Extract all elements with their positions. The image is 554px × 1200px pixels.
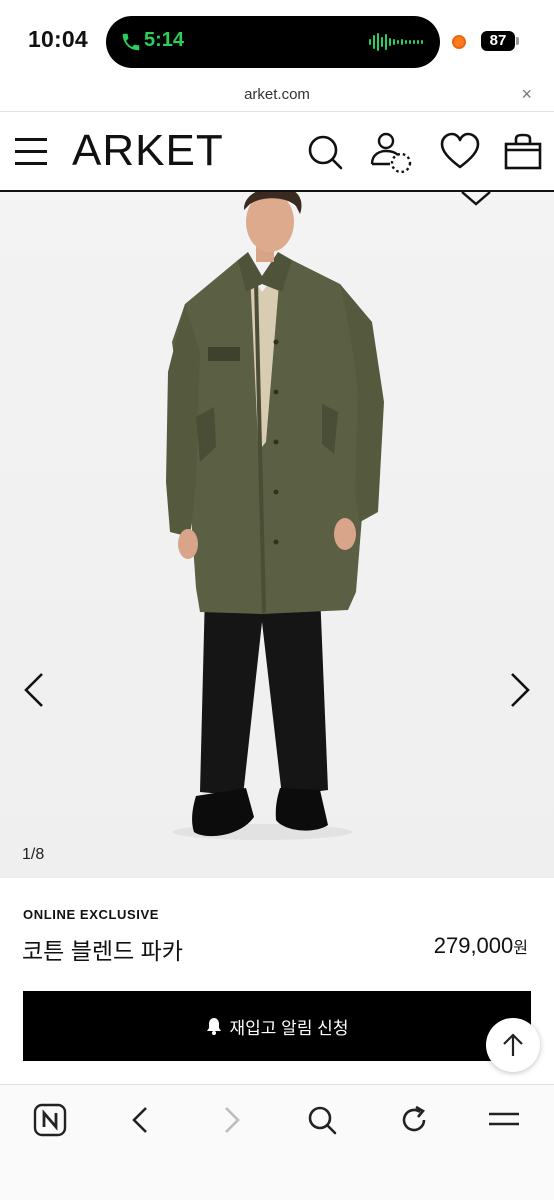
scroll-to-top-button[interactable] — [486, 1018, 540, 1072]
audio-waveform-icon — [369, 33, 423, 51]
close-icon[interactable]: × — [521, 84, 532, 105]
status-bar: 10:04 5:14 87 — [0, 0, 554, 82]
search-icon[interactable] — [305, 132, 345, 172]
restock-notify-button[interactable]: 재입고 알림 신청 — [23, 991, 531, 1061]
model-photo — [0, 192, 554, 878]
battery-indicator: 87 — [481, 31, 515, 51]
browser-toolbar — [0, 1084, 554, 1200]
site-header: ARKET — [0, 112, 554, 192]
wishlist-icon[interactable] — [440, 132, 480, 172]
battery-tip — [516, 37, 519, 45]
forward-icon[interactable] — [214, 1102, 250, 1138]
product-image[interactable] — [0, 192, 554, 878]
back-icon[interactable] — [122, 1102, 158, 1138]
naver-app-icon[interactable] — [32, 1102, 68, 1138]
bag-icon[interactable] — [503, 132, 543, 172]
product-name: 코튼 블렌드 파카 — [22, 938, 183, 964]
menu-icon[interactable] — [486, 1102, 522, 1138]
url-text[interactable]: arket.com — [0, 86, 554, 103]
arrow-up-icon — [503, 1033, 523, 1056]
next-image-button[interactable] — [506, 670, 534, 710]
reload-icon[interactable] — [396, 1102, 432, 1138]
restock-notify-label: 재입고 알림 신청 — [229, 1018, 349, 1038]
status-time: 10:04 — [28, 26, 88, 52]
dynamic-island[interactable]: 5:14 — [106, 16, 440, 68]
product-price: 279,000원 — [434, 933, 528, 959]
currency-unit: 원 — [513, 940, 528, 957]
bell-icon — [206, 1018, 221, 1035]
slide-counter: 1/8 — [22, 846, 45, 863]
product-info: ONLINE EXCLUSIVE 코튼 블렌드 파카 279,000원 재입고 … — [0, 878, 554, 1084]
url-bar[interactable]: arket.com × — [0, 82, 554, 112]
menu-icon[interactable] — [15, 136, 47, 166]
online-exclusive-badge: ONLINE EXCLUSIVE — [23, 907, 160, 922]
brand-logo[interactable]: ARKET — [72, 126, 224, 176]
recording-indicator — [452, 35, 466, 49]
account-icon[interactable] — [368, 130, 414, 176]
search-icon[interactable] — [304, 1102, 340, 1138]
call-duration: 5:14 — [144, 29, 185, 51]
price-value: 279,000 — [433, 933, 514, 958]
previous-image-button[interactable] — [20, 670, 48, 710]
phone-icon — [122, 33, 140, 51]
